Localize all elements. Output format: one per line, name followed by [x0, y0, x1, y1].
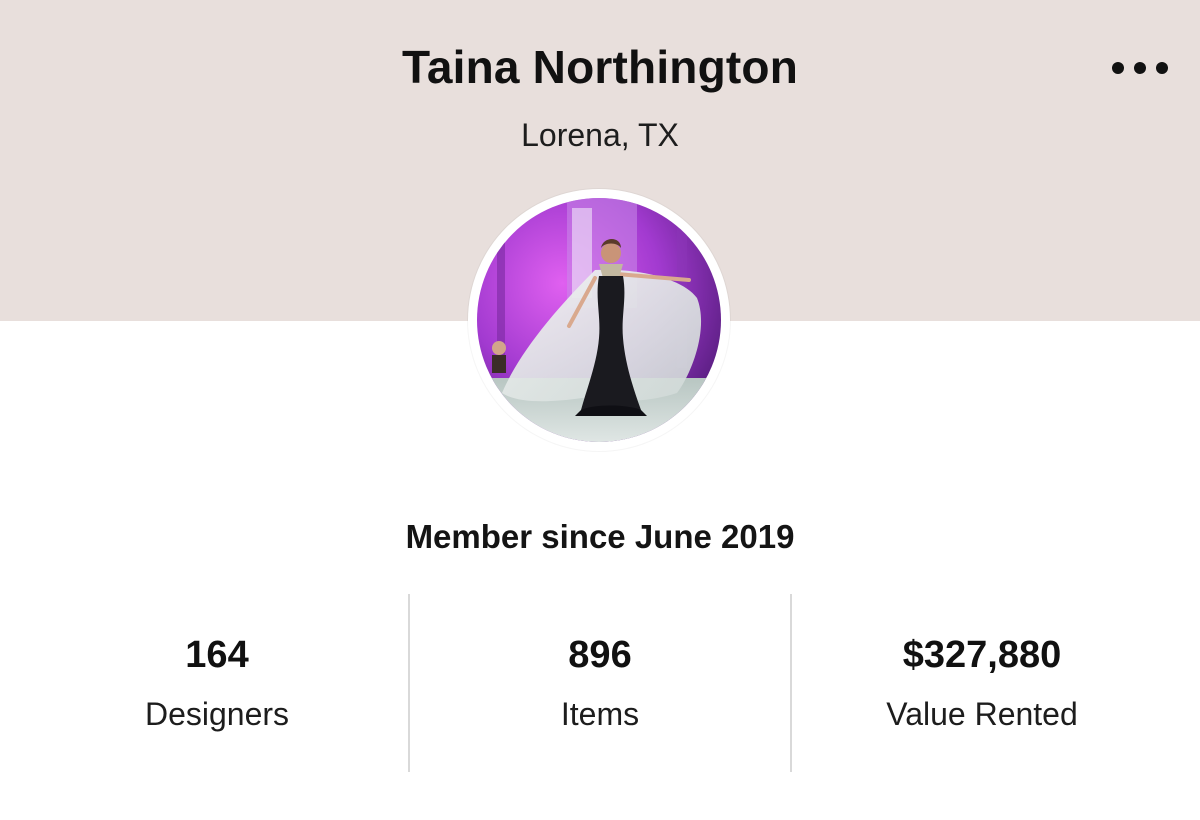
stat-value: 164: [185, 634, 249, 676]
stat-label: Value Rented: [886, 696, 1078, 732]
avatar-photo-icon: [477, 198, 721, 442]
stat-items[interactable]: 896 Items: [410, 594, 790, 772]
profile-name: Taina Northington: [401, 41, 799, 93]
more-dots-icon: [1112, 62, 1124, 74]
profile-location: Lorena, TX: [521, 117, 679, 153]
stat-label: Designers: [144, 696, 290, 732]
more-dot: [1134, 62, 1146, 74]
profile-page: Taina Northington Lorena, TX Member sinc…: [0, 0, 1200, 820]
stat-label: Items: [560, 696, 640, 732]
avatar[interactable]: [477, 198, 721, 442]
stat-value: $327,880: [902, 634, 1062, 676]
stat-value: 896: [568, 634, 632, 676]
more-options-button[interactable]: [1108, 52, 1172, 84]
member-since: Member since June 2019: [405, 518, 795, 555]
stats-row: 164 Designers 896 Items $327,880 Value R…: [0, 594, 1200, 772]
more-dot: [1156, 62, 1168, 74]
stat-value-rented[interactable]: $327,880 Value Rented: [792, 594, 1172, 772]
stat-designers[interactable]: 164 Designers: [20, 594, 414, 772]
